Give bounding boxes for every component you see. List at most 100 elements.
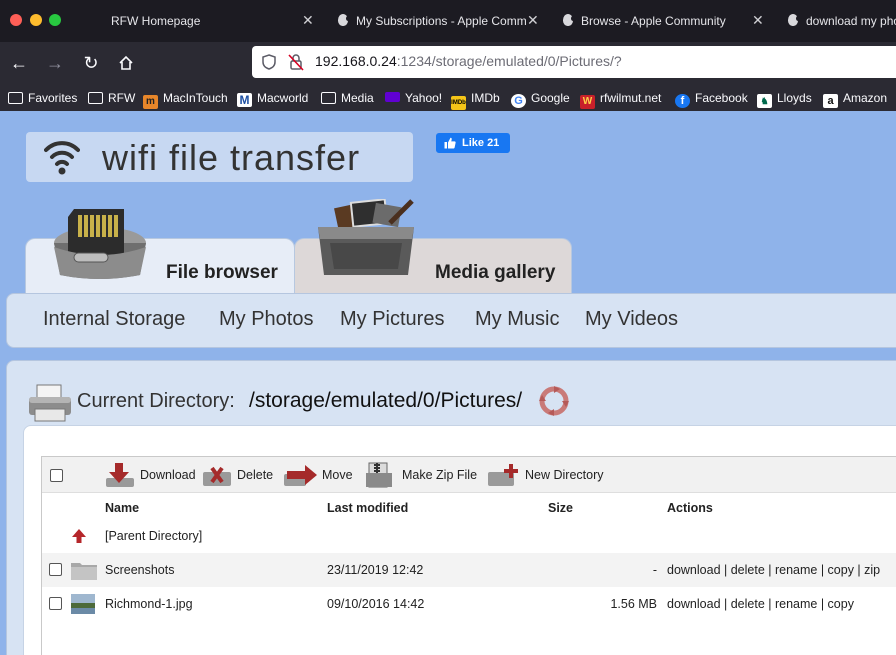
facebook-like-button[interactable]: Like 21 [436,133,510,153]
printer-icon [29,384,71,422]
file-actions-links[interactable]: download | delete | rename | copy [667,597,854,611]
tab-title: RFW Homepage [111,14,201,28]
file-size: - [652,563,657,577]
like-count-label: Like 21 [462,137,500,149]
apple-icon [788,14,800,26]
subnav-my-photos[interactable]: My Photos [219,308,313,331]
file-list-container: Download Delete Move Make Zip File New D… [23,425,896,655]
reload-button[interactable]: ↻ [78,50,104,76]
new-directory-button[interactable]: New Directory [487,457,611,493]
directory-panel: Current Directory: /storage/emulated/0/P… [6,360,896,655]
delete-x-icon [203,466,231,486]
bookmark-amazon[interactable]: a Amazon [823,89,887,108]
tab-browse-apple-community[interactable]: Browse - Apple Community [563,0,743,42]
subnav-my-videos[interactable]: My Videos [585,308,678,331]
macintouch-icon: m [143,95,158,109]
media-basket-icon [318,199,414,275]
imdb-icon: IMDb [451,96,466,110]
sd-card-icon [54,209,146,279]
close-tab-icon[interactable]: ✕ [302,0,314,40]
download-button[interactable]: Download [105,457,197,493]
tab-my-subscriptions[interactable]: My Subscriptions - Apple Comm [338,0,526,42]
refresh-icon[interactable] [539,386,569,416]
tracking-protection-shield-icon[interactable] [262,54,276,70]
file-toolbar: Download Delete Move Make Zip File New D… [42,457,896,493]
bookmark-facebook[interactable]: f Facebook [675,89,748,108]
back-button[interactable]: ← [6,50,32,76]
current-directory-label: Current Directory: [77,390,235,412]
make-zip-file-button[interactable]: Make Zip File [365,457,477,493]
app-logo: wifi file transfer [26,132,413,182]
close-tab-icon[interactable]: ✕ [527,0,539,40]
subnav-internal-storage[interactable]: Internal Storage [43,308,185,331]
delete-button[interactable]: Delete [202,457,280,493]
move-button[interactable]: Move [283,457,355,493]
file-actions-links[interactable]: download | delete | rename | copy | zip [667,563,880,577]
bookmark-macworld[interactable]: M Macworld [237,89,308,107]
bookmarks-toolbar: Favorites RFW m MacInTouch M Macworld Medi… [0,84,896,111]
url-host: 192.168.0.24 [315,53,397,69]
apple-icon [563,14,575,26]
macworld-icon: M [237,93,252,107]
zip-file-icon [366,462,392,488]
storage-subnav: Internal Storage My Photos My Pictures M… [6,293,896,348]
download-arrow-icon [106,463,134,487]
table-row: Richmond-1.jpg 09/10/2016 14:42 1.56 MB … [42,587,896,621]
column-header-last-modified[interactable]: Last modified [327,501,408,515]
rfw-icon: W [580,95,595,109]
file-size: 1.56 MB [610,597,657,611]
parent-directory-link[interactable]: [Parent Directory] [105,529,202,543]
yahoo-icon [385,92,400,102]
column-header-name[interactable]: Name [105,501,139,515]
lloyds-icon: ♞ [757,94,772,108]
bookmark-media[interactable]: Media [321,89,374,107]
tab-rfw-homepage[interactable]: RFW Homepage [111,0,291,42]
url-text: 192.168.0.24:1234/storage/emulated/0/Pic… [315,53,622,69]
folder-icon [8,92,23,104]
bookmark-macintouch[interactable]: m MacInTouch [143,89,228,109]
wifi-icon [44,141,80,175]
subnav-my-music[interactable]: My Music [475,308,559,331]
bookmark-rfw[interactable]: RFW [88,89,135,107]
address-bar[interactable]: 192.168.0.24:1234/storage/emulated/0/Pic… [252,46,896,78]
parent-directory-row[interactable]: [Parent Directory] [42,519,896,553]
folder-icon [321,92,336,104]
url-path: :1234/storage/emulated/0/Pictures/? [396,53,622,69]
tab-label: Media gallery [435,262,556,283]
close-tab-icon[interactable]: ✕ [752,0,764,40]
tab-label: File browser [166,262,278,283]
folder-icon [88,92,103,104]
column-header-actions: Actions [667,501,713,515]
bookmark-lloyds[interactable]: ♞ Lloyds [757,89,812,108]
amazon-icon: a [823,94,838,108]
tab-title: Browse - Apple Community [581,14,726,28]
tab-download-my-photos[interactable]: download my pho [788,0,896,42]
facebook-icon: f [675,94,690,108]
bookmark-rfwilmut[interactable]: Wrfwilmut.net [580,89,661,109]
home-icon [119,55,133,70]
tab-title: download my pho [806,14,896,28]
column-header-size[interactable]: Size [548,501,573,515]
current-directory-path: /storage/emulated/0/Pictures/ [249,389,523,412]
bookmark-google[interactable]: G Google [511,89,570,108]
apple-icon [338,14,350,26]
home-button[interactable] [113,50,139,76]
table-row: Screenshots 23/11/2019 12:42 - download … [42,553,896,587]
bookmark-imdb[interactable]: IMDb IMDb [451,89,500,110]
tab-title: My Subscriptions - Apple Comm [356,14,526,28]
minimize-window-button[interactable] [30,14,42,26]
up-arrow-icon [72,529,86,543]
close-window-button[interactable] [10,14,22,26]
zoom-window-button[interactable] [49,14,61,26]
browser-tab-bar: RFW Homepage ✕ My Subscriptions - Apple … [0,0,896,42]
insecure-connection-lock-icon[interactable] [288,53,304,71]
select-all-checkbox[interactable] [50,469,63,482]
move-arrow-icon [284,465,317,486]
subnav-my-pictures[interactable]: My Pictures [340,308,444,331]
bookmark-yahoo[interactable]: Yahoo! [385,89,442,107]
bookmark-favorites[interactable]: Favorites [8,89,77,107]
wifi-file-transfer-page: wifi file transfer Like 21 Media gallery… [0,111,896,655]
forward-button[interactable]: → [42,50,68,76]
google-icon: G [511,94,526,108]
new-folder-icon [488,464,518,486]
